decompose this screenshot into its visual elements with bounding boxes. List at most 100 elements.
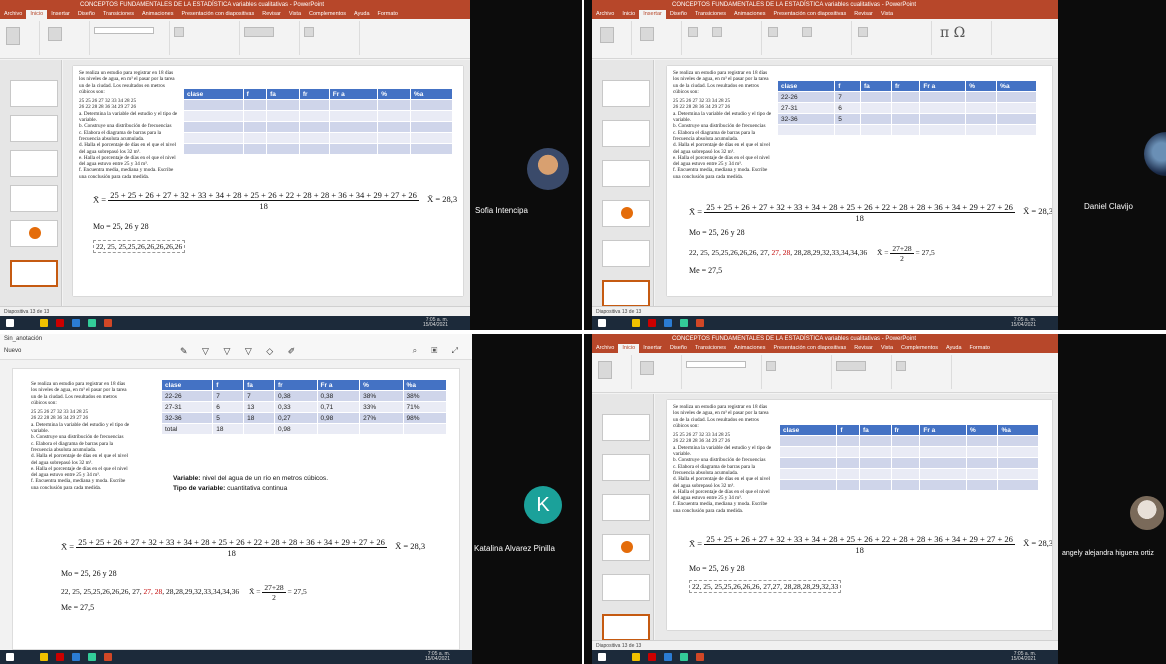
slide-thumb[interactable] [10,115,58,142]
tab-inicio[interactable]: Inicio [618,344,640,353]
app-icon[interactable] [56,319,64,327]
tab-complementos[interactable]: Complementos [897,344,942,353]
paste-icon[interactable] [6,27,20,45]
slide-thumb[interactable] [602,534,650,561]
bullets-icon[interactable] [766,361,776,371]
slide-thumb[interactable] [602,574,650,601]
tab-diseno[interactable]: Diseño [74,10,99,19]
tab-vista[interactable]: Vista [285,10,305,19]
tab-vista[interactable]: Vista [877,10,897,19]
app-icon[interactable] [680,319,688,327]
tab-diseno[interactable]: Diseño [666,344,691,353]
slide-thumb[interactable] [602,200,650,227]
annotation-tools[interactable]: ✎ ▽ ▽ ▽ ◇ ✐ [180,346,301,357]
slide-thumb[interactable] [602,454,650,481]
tab-insertar[interactable]: Insertar [639,10,666,19]
slide-thumb[interactable] [602,120,650,147]
folder-icon[interactable] [632,319,640,327]
slide-thumb[interactable] [10,80,58,107]
chart-icon[interactable] [802,27,812,37]
app-icon[interactable] [648,319,656,327]
table-icon[interactable] [640,27,654,41]
app-icon[interactable] [88,653,96,661]
image-icon[interactable] [688,27,698,37]
new-slide-icon[interactable] [600,27,614,43]
tab-presentacion[interactable]: Presentación con diapositivas [177,10,258,19]
tab-animaciones[interactable]: Animaciones [730,344,770,353]
tab-transiciones[interactable]: Transiciones [691,10,730,19]
tab-archivo[interactable]: Archivo [592,344,618,353]
tab-animaciones[interactable]: Animaciones [138,10,178,19]
slide-thumb[interactable] [10,220,58,247]
equation-icon[interactable]: π Ω [940,25,965,41]
slide-thumb-selected[interactable] [10,260,58,287]
folder-icon[interactable] [632,653,640,661]
slide-thumb[interactable] [602,414,650,441]
shapes-icon[interactable] [244,27,274,37]
tab-ayuda[interactable]: Ayuda [942,344,966,353]
app-icon[interactable] [72,653,80,661]
slide-thumb[interactable] [10,185,58,212]
slide-thumb[interactable] [602,240,650,267]
font-select[interactable] [94,27,154,34]
tab-animaciones[interactable]: Animaciones [730,10,770,19]
folder-icon[interactable] [40,319,48,327]
new-slide-icon[interactable] [640,361,654,375]
font-select[interactable] [686,361,746,368]
tab-revisar[interactable]: Revisar [850,344,877,353]
tab-transiciones[interactable]: Transiciones [691,344,730,353]
app-icon[interactable] [664,319,672,327]
pdf-new-button[interactable]: Nuevo [4,348,21,354]
start-icon[interactable] [598,319,606,327]
slide-thumb[interactable] [602,160,650,187]
tab-revisar[interactable]: Revisar [258,10,285,19]
album-icon[interactable] [712,27,722,37]
tab-formato[interactable]: Formato [966,344,994,353]
find-icon[interactable] [304,27,314,37]
tab-presentacion[interactable]: Presentación con diapositivas [769,344,850,353]
folder-icon[interactable] [40,653,48,661]
slide-thumb-selected[interactable] [602,280,650,307]
app-icon[interactable] [72,319,80,327]
tab-insertar[interactable]: Insertar [47,10,74,19]
powerpoint-icon[interactable] [104,653,112,661]
tab-insertar[interactable]: Insertar [639,344,666,353]
start-icon[interactable] [6,653,14,661]
tab-archivo[interactable]: Archivo [592,10,618,19]
tab-formato[interactable]: Formato [374,10,402,19]
app-icon[interactable] [648,653,656,661]
tab-transiciones[interactable]: Transiciones [99,10,138,19]
app-icon[interactable] [664,653,672,661]
slide-thumb[interactable] [602,80,650,107]
shapes-icon[interactable] [768,27,778,37]
frequency-table[interactable]: clase f fa fr Fr a% %a 22-26 7 27-31 6 32-36 5 [776,80,1037,136]
slide-thumb[interactable] [10,150,58,177]
tab-inicio[interactable]: Inicio [26,10,48,19]
slide-thumb[interactable] [602,494,650,521]
powerpoint-icon[interactable] [696,319,704,327]
tab-presentacion[interactable]: Presentación con diapositivas [769,10,850,19]
new-slide-icon[interactable] [48,27,62,41]
start-icon[interactable] [6,319,14,327]
sorted-values[interactable]: 22, 25, 25,25,26,26,26, 27,27, 28,28,28,… [689,580,842,593]
powerpoint-icon[interactable] [104,319,112,327]
slide-thumb-selected[interactable] [602,614,650,641]
tab-inicio[interactable]: Inicio [618,10,639,19]
view-controls[interactable]: ⌕ ▣ ⤢ [413,346,464,356]
app-icon[interactable] [680,653,688,661]
tab-ayuda[interactable]: Ayuda [350,10,374,19]
powerpoint-icon[interactable] [696,653,704,661]
tab-complementos[interactable]: Complementos [305,10,350,19]
app-icon[interactable] [56,653,64,661]
tab-archivo[interactable]: Archivo [0,10,26,19]
textbox-icon[interactable] [858,27,868,37]
start-icon[interactable] [598,653,606,661]
sorted-values[interactable]: 22, 25, 25,25,26,26,26,26,26 [93,240,186,253]
app-icon[interactable] [88,319,96,327]
tab-revisar[interactable]: Revisar [850,10,877,19]
tab-diseno[interactable]: Diseño [666,10,691,19]
tab-vista[interactable]: Vista [877,344,897,353]
shapes-icon[interactable] [836,361,866,371]
paste-icon[interactable] [598,361,612,379]
find-icon[interactable] [896,361,906,371]
